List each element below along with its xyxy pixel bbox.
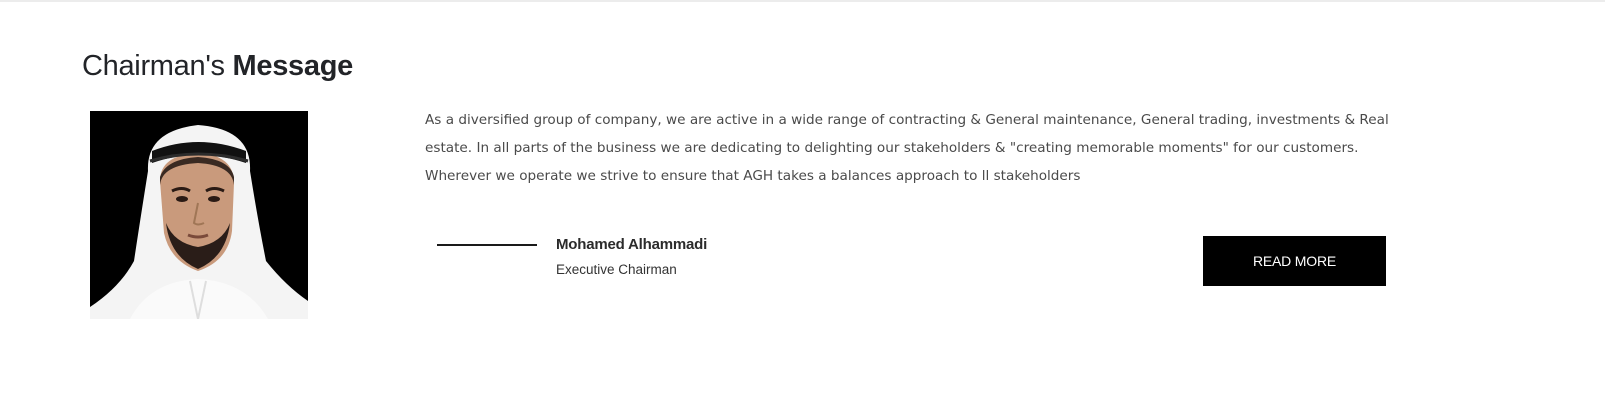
chairman-message-section: Chairman's Message As a diversified grou… [0,0,1605,410]
chairman-name: Mohamed Alhammadi [556,236,708,253]
message-text: As a diversified group of company, we ar… [425,112,1389,184]
section-title-regular: Chairman's [82,50,225,82]
chairman-role: Executive Chairman [556,262,677,277]
top-divider [0,0,1605,2]
portrait-illustration [90,111,308,319]
section-title-bold: Message [232,50,354,82]
signature-divider [437,244,537,246]
section-title: Chairman's Message [82,50,353,83]
chairman-portrait [90,111,308,319]
read-more-button[interactable]: READ MORE [1203,236,1386,286]
